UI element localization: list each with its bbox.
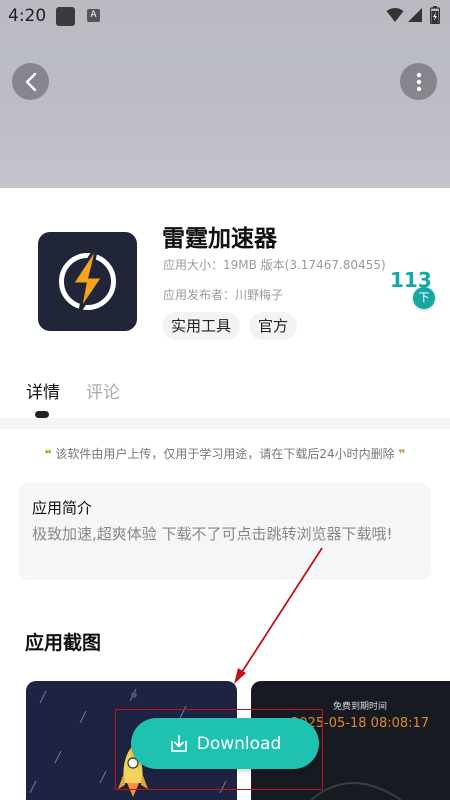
app-publisher: 应用发布者：川野梅子	[163, 288, 284, 302]
tab-comments[interactable]: 评论	[86, 378, 120, 403]
tab-details[interactable]: 详情	[26, 378, 60, 403]
back-icon	[25, 72, 36, 91]
app-title: 雷霆加速器	[162, 226, 277, 252]
quote-right-icon: ❞	[398, 447, 406, 461]
screenshots-title: 应用截图	[25, 632, 102, 654]
notice-text: 该软件由用户上传，仅用于学习用途，请在下载后24小时内删除	[55, 447, 395, 461]
tab-indicator	[35, 411, 49, 418]
wifi-icon	[386, 8, 404, 22]
more-icon	[416, 72, 421, 91]
upload-notice: ❝ 该软件由用户上传，仅用于学习用途，请在下载后24小时内删除 ❞	[0, 445, 450, 462]
app-size-version: 应用大小：19MB 版本(3.17467.80455)	[163, 258, 386, 272]
intro-title: 应用简介	[32, 499, 93, 517]
status-bar: 4:20 A	[0, 0, 450, 32]
status-time: 4:20	[8, 6, 47, 26]
back-button[interactable]	[12, 63, 49, 100]
battery-icon	[430, 6, 440, 24]
quote-left-icon: ❝	[44, 447, 52, 461]
signal-icon	[408, 8, 422, 22]
keyboard-icon: A	[87, 9, 100, 22]
app-icon	[38, 232, 137, 331]
download-count-badge[interactable]: 下	[413, 287, 435, 309]
notification-icon	[56, 7, 75, 26]
intro-text: 极致加速,超爽体验 下载不了可点击跳转浏览器下载哦!	[32, 525, 393, 543]
tag-official[interactable]: 官方	[249, 312, 298, 340]
more-options-button[interactable]	[400, 63, 437, 100]
section-divider	[0, 418, 450, 429]
app-intro-box: 应用简介 极致加速,超爽体验 下载不了可点击跳转浏览器下载哦!	[19, 483, 431, 580]
lightning-logo-icon	[59, 250, 116, 312]
annotation-highlight-box	[115, 709, 323, 790]
tag-utility[interactable]: 实用工具	[162, 312, 241, 340]
